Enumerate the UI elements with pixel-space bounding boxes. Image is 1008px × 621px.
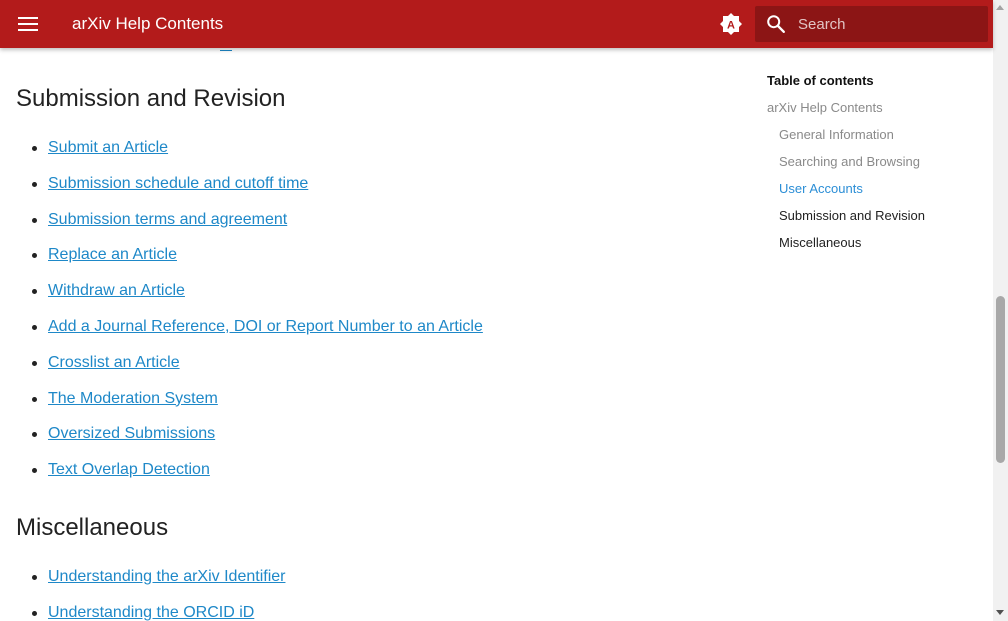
help-link[interactable]: Understanding the arXiv Identifier <box>48 568 285 585</box>
theme-toggle-button[interactable]: A <box>719 12 743 36</box>
scroll-up-arrow-icon[interactable] <box>996 5 1004 10</box>
brightness-auto-icon: A <box>720 13 742 35</box>
list-item: Text Overlap Detection <box>0 459 483 495</box>
list-item: Withdraw an Article <box>0 280 483 316</box>
top-app-bar: arXiv Help Contents A <box>0 0 993 48</box>
help-link[interactable]: Understanding the ORCID iD <box>48 604 254 621</box>
hamburger-icon-line <box>18 17 38 19</box>
help-link[interactable]: Submission schedule and cutoff time <box>48 175 308 192</box>
section-heading-submission: Submission and Revision <box>16 85 286 112</box>
list-item: Submission schedule and cutoff time <box>0 173 483 209</box>
scrollbar-thumb[interactable] <box>996 296 1005 463</box>
list-item: Oversized Submissions <box>0 423 483 459</box>
help-link[interactable]: Replace an Article <box>48 246 177 263</box>
section-heading-miscellaneous: Miscellaneous <box>16 514 169 541</box>
submission-link-list: Submit an Article Submission schedule an… <box>0 137 483 495</box>
list-item: The Moderation System <box>0 388 483 424</box>
toc-item-searching-and-browsing[interactable]: Searching and Browsing <box>767 153 987 180</box>
toc-title: Table of contents <box>767 73 874 88</box>
list-item: Submission terms and agreement <box>0 209 483 245</box>
toc-item-miscellaneous[interactable]: Miscellaneous <box>767 234 987 261</box>
svg-text:A: A <box>727 20 735 32</box>
list-item: Add a Journal Reference, DOI or Report N… <box>0 316 483 352</box>
help-link[interactable]: Submission terms and agreement <box>48 211 287 228</box>
site-title[interactable]: arXiv Help Contents <box>72 14 223 34</box>
list-item: Crosslist an Article <box>0 352 483 388</box>
help-link[interactable]: Withdraw an Article <box>48 282 185 299</box>
vertical-scrollbar[interactable] <box>993 0 1008 621</box>
help-link[interactable]: Text Overlap Detection <box>48 461 210 478</box>
toc-item-root[interactable]: arXiv Help Contents <box>767 99 987 126</box>
list-item: Replace an Article <box>0 244 483 280</box>
help-link[interactable]: The Moderation System <box>48 390 218 407</box>
menu-button[interactable] <box>14 10 42 38</box>
partially-visible-link[interactable] <box>220 48 232 51</box>
help-link[interactable]: Submit an Article <box>48 139 168 156</box>
table-of-contents: Table of contents arXiv Help Contents Ge… <box>767 72 987 261</box>
toc-item-submission-and-revision[interactable]: Submission and Revision <box>767 207 987 234</box>
help-link[interactable]: Oversized Submissions <box>48 425 215 442</box>
search-input[interactable] <box>798 14 978 34</box>
help-link[interactable]: Add a Journal Reference, DOI or Report N… <box>48 318 483 335</box>
toc-item-general-information[interactable]: General Information <box>767 126 987 153</box>
toc-item-user-accounts[interactable]: User Accounts <box>767 180 987 207</box>
list-item: Understanding the ORCID iD <box>0 602 285 621</box>
scroll-down-arrow-icon[interactable] <box>996 610 1004 615</box>
search-icon <box>767 15 785 33</box>
help-link[interactable]: Crosslist an Article <box>48 354 180 371</box>
search-box[interactable] <box>755 6 988 42</box>
hamburger-icon-line <box>18 23 38 25</box>
miscellaneous-link-list: Understanding the arXiv Identifier Under… <box>0 566 285 621</box>
list-item: Understanding the arXiv Identifier <box>0 566 285 602</box>
main-content: Submission and Revision Submit an Articl… <box>0 48 740 621</box>
hamburger-icon-line <box>18 29 38 31</box>
list-item: Submit an Article <box>0 137 483 173</box>
